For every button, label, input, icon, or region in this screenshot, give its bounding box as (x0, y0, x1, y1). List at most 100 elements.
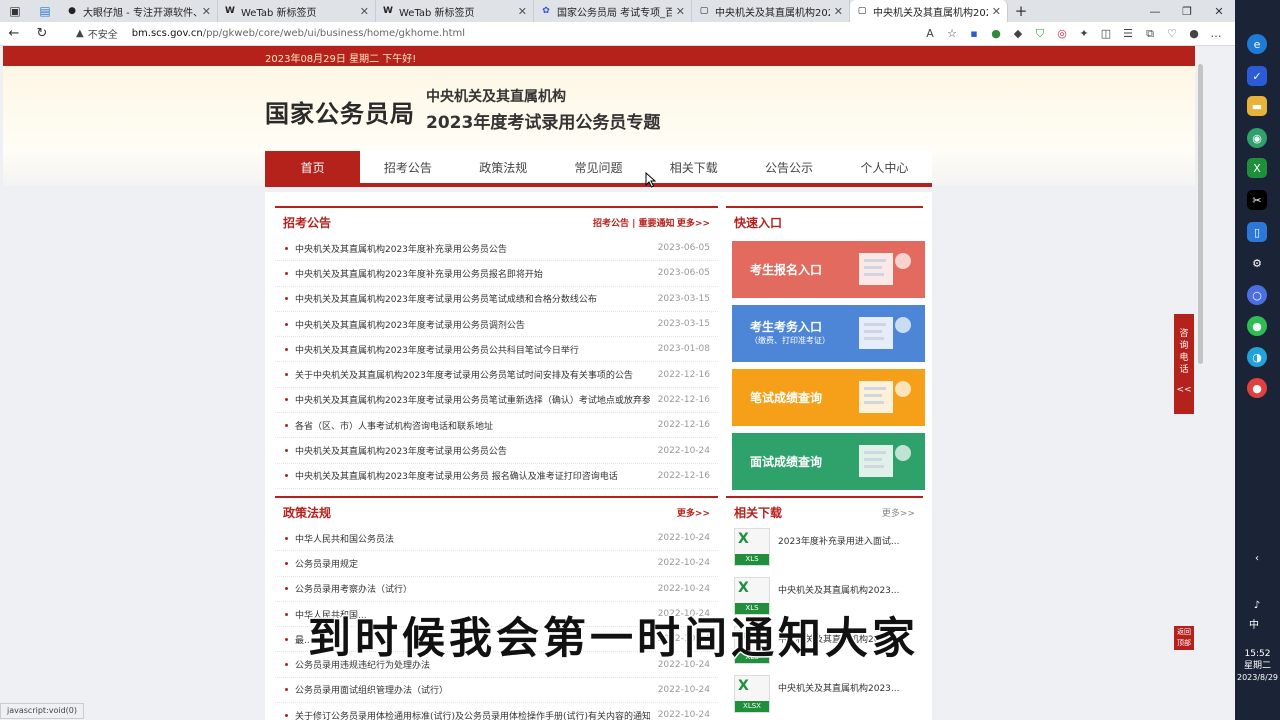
item-title[interactable]: 中央机关及其直属机构2023年度考试录用公务员 报名确认及准考证打印咨询电话 (295, 469, 650, 482)
workspaces-icon[interactable]: ▤ (30, 0, 60, 22)
volume-icon[interactable]: ♪ (1247, 595, 1267, 615)
folder-icon[interactable]: ▬ (1247, 96, 1267, 116)
collapse-arrow[interactable]: << (1174, 384, 1194, 396)
wechat-icon[interactable]: ● (1247, 316, 1267, 336)
item-title[interactable]: 中央机关及其直属机构2023年度补充录用公务员报名即将开始 (295, 267, 650, 280)
browser-tab-4[interactable]: ✿ 国家公务员局 考试专项_百度搜索 ✕ (534, 0, 692, 22)
page-scrollbar-thumb[interactable] (1198, 64, 1203, 364)
close-icon[interactable]: ✕ (202, 5, 211, 18)
nav-policies[interactable]: 政策法规 (456, 151, 551, 183)
nav-home[interactable]: 首页 (265, 151, 361, 183)
item-title[interactable]: 中央机关及其直属机构2023年度补充录用公务员公告 (295, 242, 650, 255)
shield-icon[interactable]: ⛉ (1029, 27, 1051, 41)
shield-check-icon[interactable]: ✓ (1247, 66, 1267, 86)
settings-gear-icon[interactable]: ⚙ (1247, 253, 1267, 273)
phone-link-icon[interactable]: ▯ (1247, 222, 1267, 242)
close-window-icon[interactable]: ✕ (1203, 0, 1235, 22)
extension-3-icon[interactable]: ◆ (1007, 27, 1029, 40)
list-item[interactable]: 中央机关及其直属机构2023年度考试录用公务员公告 2022-10-24 (275, 438, 718, 464)
interview-score-tile[interactable]: 面试成绩查询 (732, 433, 925, 490)
extension-2-icon[interactable]: ● (985, 27, 1007, 40)
nav-downloads[interactable]: 相关下载 (646, 151, 741, 183)
security-indicator[interactable]: ▲ 不安全 (76, 26, 118, 41)
browser-tab-1[interactable]: ● 大眼仔旭 - 专注开源软件、视频教程 ✕ (60, 0, 218, 22)
exam-affairs-tile[interactable]: 考生考务入口 （缴费、打印准考证） (732, 305, 925, 362)
close-icon[interactable]: ✕ (992, 5, 1001, 18)
item-title[interactable]: 中央机关及其直属机构2023年度考试录用公务员公共科目笔试今日举行 (295, 343, 650, 356)
read-aloud-icon[interactable]: A (919, 27, 941, 40)
announcement-filter-links[interactable]: 招考公告 | 重要通知 (593, 216, 675, 229)
close-icon[interactable]: ✕ (676, 5, 685, 18)
item-title[interactable]: 中央机关及其直属机构2023年度考试录用公务员调剂公告 (295, 318, 650, 331)
extension-1-icon[interactable]: ▪ (963, 27, 985, 40)
favorite-star-icon[interactable]: ☆ (941, 27, 963, 40)
consult-phone-float[interactable]: 咨询电话 << (1174, 314, 1194, 414)
refresh-icon[interactable]: ↻ (28, 22, 56, 46)
close-icon[interactable]: ✕ (360, 5, 369, 18)
nav-faq[interactable]: 常见问题 (551, 151, 646, 183)
more-menu-icon[interactable]: … (1205, 27, 1227, 40)
window-menu-icon[interactable]: ▣ (0, 0, 30, 22)
browser-tab-6[interactable]: ▢ 中央机关及其直属机构2023年度 ✕ (850, 0, 1008, 22)
edge-dev-icon[interactable]: ◑ (1247, 347, 1267, 367)
more-link[interactable]: 更多>> (677, 506, 710, 519)
edge-browser-icon[interactable]: e (1247, 34, 1267, 54)
list-item[interactable]: 中央机关及其直属机构2023年度考试录用公务员 报名确认及准考证打印咨询电话 20… (275, 464, 718, 489)
item-title[interactable]: 公务员录用考察办法（试行） (295, 582, 650, 595)
split-screen-icon[interactable]: ◫ (1095, 27, 1117, 40)
collections-icon[interactable]: ⧉ (1139, 27, 1161, 41)
browser-tab-5[interactable]: ▢ 中央机关及其直属机构2023年度 ✕ (692, 0, 850, 22)
favorites-icon[interactable]: ☰ (1117, 27, 1139, 40)
browser-tab-2[interactable]: W WeTab 新标签页 ✕ (218, 0, 376, 22)
item-title[interactable]: 各省（区、市）人事考试机构咨询电话和联系地址 (295, 419, 650, 432)
profile-avatar-icon[interactable]: ● (1183, 27, 1205, 40)
ime-indicator[interactable]: 中 (1249, 620, 1259, 632)
list-item[interactable]: 中央机关及其直属机构2023年度考试录用公务员调剂公告 2023-03-15 (275, 312, 718, 338)
extensions-puzzle-icon[interactable]: ✦ (1073, 27, 1095, 40)
extension-5-icon[interactable]: ◎ (1051, 27, 1073, 40)
record-icon[interactable]: ● (1247, 378, 1267, 398)
download-item[interactable]: X XLS 2023年度补充录用进入面试... (734, 528, 919, 572)
chevron-left-icon[interactable]: ‹ (1247, 548, 1267, 568)
item-title[interactable]: 中华人民共和国公务员法 (295, 532, 650, 545)
list-item[interactable]: 各省（区、市）人事考试机构咨询电话和联系地址 2022-12-16 (275, 413, 718, 439)
list-item[interactable]: 中央机关及其直属机构2023年度补充录用公务员报名即将开始 2023-06-05 (275, 261, 718, 287)
restore-icon[interactable]: ❐ (1171, 0, 1203, 22)
excel-icon[interactable]: X (1247, 158, 1267, 178)
item-title[interactable]: 中央机关及其直属机构2023年度考试录用公务员公告 (295, 444, 650, 457)
list-item[interactable]: 中央机关及其直属机构2023年度考试录用公务员公共科目笔试今日举行 2023-01… (275, 337, 718, 363)
written-score-tile[interactable]: 笔试成绩查询 (732, 369, 925, 426)
item-title[interactable]: 公务员录用面试组织管理办法（试行） (295, 683, 650, 696)
url-field[interactable]: bm.scs.gov.cn/pp/gkweb/core/web/ui/busin… (132, 28, 465, 39)
list-item[interactable]: 公务员录用面试组织管理办法（试行） 2022-10-24 (275, 678, 718, 704)
download-title[interactable]: 中央机关及其直属机构2023... (778, 681, 900, 694)
item-title[interactable]: 中央机关及其直属机构2023年度考试录用公务员笔试重新选择（确认）考试地点或放弃… (295, 393, 650, 406)
download-item[interactable]: X XLSX 中央机关及其直属机构2023... (734, 675, 919, 719)
site-logo-title[interactable]: 国家公务员局 (265, 94, 415, 129)
list-item[interactable]: 中华人民共和国公务员法 2022-10-24 (275, 526, 718, 552)
nav-announcements[interactable]: 招考公告 (360, 151, 455, 183)
capcut-icon[interactable]: ✂ (1247, 190, 1267, 210)
new-tab-icon[interactable]: + (1008, 0, 1034, 22)
list-item[interactable]: 关于修订公务员录用体检通用标准(试行)及公务员录用体检操作手册(试行)有关内容的… (275, 703, 718, 720)
list-item[interactable]: 公务员录用规定 2022-10-24 (275, 551, 718, 577)
back-icon[interactable]: ← (0, 22, 28, 46)
performance-icon[interactable]: ♡ (1161, 27, 1183, 40)
close-icon[interactable]: ✕ (834, 5, 843, 18)
applicant-signup-tile[interactable]: 考生报名入口 (732, 241, 925, 298)
close-icon[interactable]: ✕ (518, 5, 527, 18)
more-link[interactable]: 更多>> (677, 216, 710, 229)
list-item[interactable]: 中央机关及其直属机构2023年度补充录用公务员公告 2023-06-05 (275, 236, 718, 262)
nav-personal-center[interactable]: 个人中心 (837, 151, 932, 183)
minimize-icon[interactable]: — (1139, 0, 1171, 22)
game-icon[interactable]: ◉ (1247, 128, 1267, 148)
more-link[interactable]: 更多>> (882, 506, 915, 519)
download-title[interactable]: 2023年度补充录用进入面试... (778, 534, 900, 547)
back-to-top-float[interactable]: 返回顶部 (1174, 626, 1194, 650)
list-item[interactable]: 中央机关及其直属机构2023年度考试录用公务员笔试重新选择（确认）考试地点或放弃… (275, 388, 718, 414)
browser-tab-3[interactable]: W WeTab 新标签页 ✕ (376, 0, 534, 22)
item-title[interactable]: 关于修订公务员录用体检通用标准(试行)及公务员录用体检操作手册(试行)有关内容的… (295, 709, 650, 720)
browser-circle-icon[interactable]: ○ (1247, 285, 1267, 305)
clock-time[interactable]: 15:52 (1235, 648, 1280, 660)
list-item[interactable]: 关于中央机关及其直属机构2023年度考试录用公务员笔试时间安排及有关事项的公告 2… (275, 362, 718, 388)
